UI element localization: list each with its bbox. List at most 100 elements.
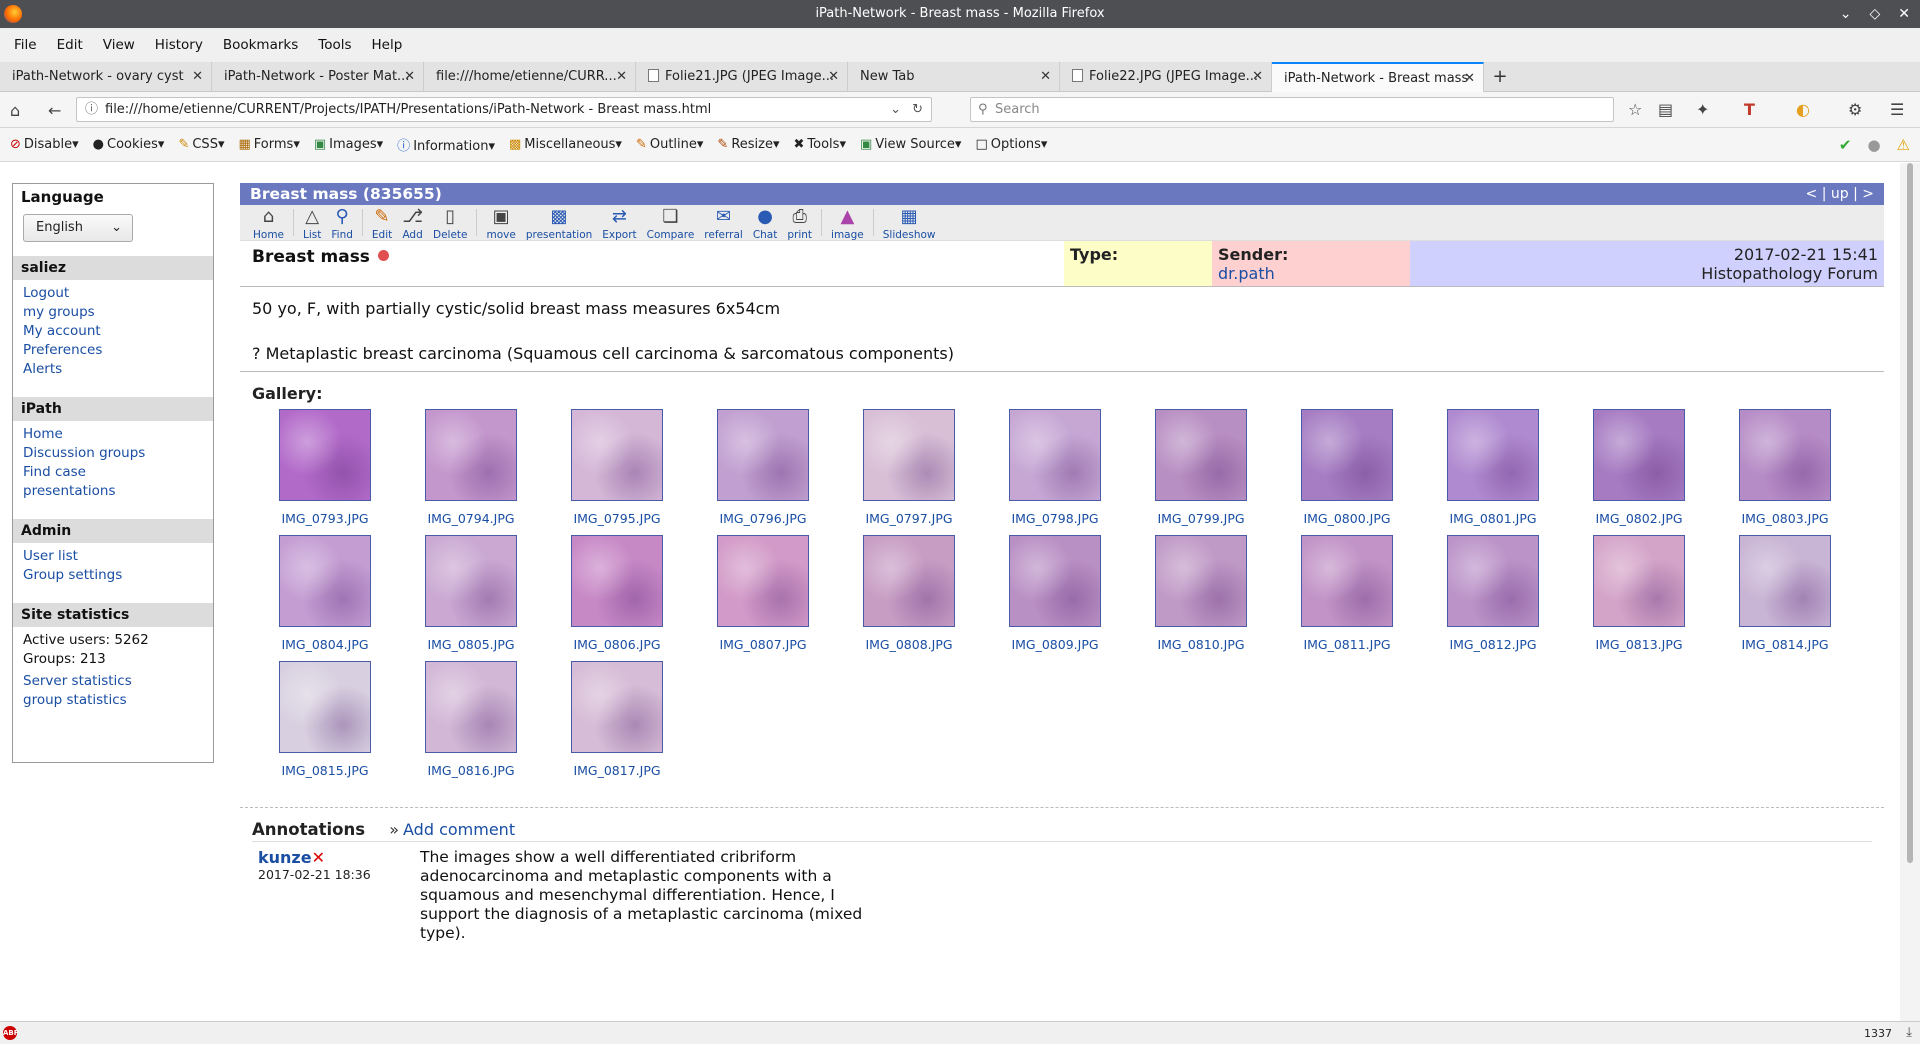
gallery-item[interactable]: IMG_0800.JPG	[1274, 409, 1420, 527]
vertical-scrollbar[interactable]	[1900, 163, 1920, 1021]
gallery-item[interactable]: IMG_0817.JPG	[544, 661, 690, 779]
dev-tools[interactable]: ✖ Tools▾	[794, 137, 846, 152]
gallery-item[interactable]: IMG_0798.JPG	[982, 409, 1128, 527]
bookmark-star-icon[interactable]: ☆	[1628, 100, 1642, 119]
discussion-groups-link[interactable]: Discussion groups	[23, 444, 203, 463]
close-tab-icon[interactable]: ✕	[616, 62, 627, 92]
reload-icon[interactable]: ↻	[912, 98, 923, 121]
gallery-filename[interactable]: IMG_0814.JPG	[1741, 637, 1828, 653]
dev-forms[interactable]: ▦ Forms▾	[238, 137, 299, 152]
gallery-filename[interactable]: IMG_0806.JPG	[573, 637, 660, 653]
gallery-item[interactable]: IMG_0813.JPG	[1566, 535, 1712, 653]
gallery-item[interactable]: IMG_0793.JPG	[252, 409, 398, 527]
gallery-filename[interactable]: IMG_0800.JPG	[1303, 511, 1390, 527]
menu-history[interactable]: History	[145, 37, 213, 53]
toolbar-presentation-button[interactable]: ▩ presentation	[521, 205, 597, 241]
gallery-thumbnail[interactable]	[717, 535, 809, 627]
gallery-filename[interactable]: IMG_0803.JPG	[1741, 511, 1828, 527]
gallery-thumbnail[interactable]	[571, 535, 663, 627]
dev-resize[interactable]: ✎ Resize▾	[717, 137, 779, 152]
gallery-filename[interactable]: IMG_0801.JPG	[1449, 511, 1536, 527]
language-select[interactable]: English ⌄	[23, 214, 133, 242]
home-icon[interactable]: ⌂	[10, 101, 20, 120]
settings-icon[interactable]: ⚙	[1848, 100, 1862, 119]
gallery-item[interactable]: IMG_0801.JPG	[1420, 409, 1566, 527]
warning-icon[interactable]: ⚠	[1897, 136, 1910, 154]
gallery-thumbnail[interactable]	[1447, 409, 1539, 501]
toolbar-add-button[interactable]: ⎇ Add	[397, 205, 428, 241]
gallery-filename[interactable]: IMG_0812.JPG	[1449, 637, 1536, 653]
menu-edit[interactable]: Edit	[47, 37, 93, 53]
gallery-filename[interactable]: IMG_0797.JPG	[865, 511, 952, 527]
close-tab-icon[interactable]: ✕	[192, 62, 203, 92]
dev-options[interactable]: □ Options▾	[975, 137, 1047, 152]
rainbow-icon[interactable]: ◐	[1796, 100, 1810, 119]
gallery-item[interactable]: IMG_0803.JPG	[1712, 409, 1858, 527]
gallery-item[interactable]: IMG_0812.JPG	[1420, 535, 1566, 653]
toolbar-move-button[interactable]: ▣ move	[481, 205, 520, 241]
toolbar-print-button[interactable]: ⎙ print	[782, 205, 817, 241]
chevron-down-icon[interactable]: ⌄	[890, 98, 901, 121]
extension-icon[interactable]: ✦	[1696, 100, 1709, 119]
gallery-filename[interactable]: IMG_0799.JPG	[1157, 511, 1244, 527]
dev-cookies[interactable]: ● Cookies▾	[93, 137, 165, 152]
gallery-item[interactable]: IMG_0794.JPG	[398, 409, 544, 527]
gallery-thumbnail[interactable]	[717, 409, 809, 501]
gallery-thumbnail[interactable]	[1301, 535, 1393, 627]
gallery-thumbnail[interactable]	[1739, 409, 1831, 501]
find-case-link[interactable]: Find case	[23, 463, 203, 482]
gallery-thumbnail[interactable]	[425, 535, 517, 627]
menu-bookmarks[interactable]: Bookmarks	[213, 37, 308, 53]
user-list-link[interactable]: User list	[23, 547, 203, 566]
gallery-filename[interactable]: IMG_0817.JPG	[573, 763, 660, 779]
delete-comment-icon[interactable]: ✕	[312, 848, 325, 867]
gallery-item[interactable]: IMG_0797.JPG	[836, 409, 982, 527]
maximize-icon[interactable]: ◇	[1869, 0, 1880, 28]
toolbar-image-button[interactable]: ▲ image	[826, 205, 869, 241]
home-link[interactable]: Home	[23, 425, 203, 444]
gallery-thumbnail[interactable]	[1155, 409, 1247, 501]
gallery-item[interactable]: IMG_0808.JPG	[836, 535, 982, 653]
gallery-filename[interactable]: IMG_0815.JPG	[281, 763, 368, 779]
toolbar-delete-button[interactable]: ▯ Delete	[428, 205, 473, 241]
add-comment-link[interactable]: » Add comment	[389, 820, 515, 839]
gallery-item[interactable]: IMG_0809.JPG	[982, 535, 1128, 653]
gallery-thumbnail[interactable]	[1739, 535, 1831, 627]
gallery-filename[interactable]: IMG_0816.JPG	[427, 763, 514, 779]
gallery-thumbnail[interactable]	[571, 409, 663, 501]
gallery-filename[interactable]: IMG_0793.JPG	[281, 511, 368, 527]
gallery-thumbnail[interactable]	[1301, 409, 1393, 501]
toolbar-find-button[interactable]: ⚲ Find	[326, 205, 358, 241]
adblock-icon[interactable]: ABP	[3, 1026, 19, 1040]
gallery-item[interactable]: IMG_0811.JPG	[1274, 535, 1420, 653]
toolbar-edit-button[interactable]: ✎ Edit	[367, 205, 397, 241]
gallery-thumbnail[interactable]	[863, 535, 955, 627]
tab-folie22[interactable]: Folie22.JPG (JPEG Image... ✕	[1060, 62, 1272, 92]
comment-author[interactable]: kunze	[258, 848, 312, 867]
gallery-filename[interactable]: IMG_0810.JPG	[1157, 637, 1244, 653]
gallery-thumbnail[interactable]	[425, 409, 517, 501]
logout-link[interactable]: Logout	[23, 284, 203, 303]
download-icon[interactable]: ⤓	[1906, 1025, 1912, 1040]
gallery-item[interactable]: IMG_0802.JPG	[1566, 409, 1712, 527]
gallery-item[interactable]: IMG_0814.JPG	[1712, 535, 1858, 653]
gallery-filename[interactable]: IMG_0809.JPG	[1011, 637, 1098, 653]
close-tab-icon[interactable]: ✕	[1464, 64, 1475, 92]
new-tab-icon[interactable]: +	[1484, 62, 1516, 91]
gallery-filename[interactable]: IMG_0805.JPG	[427, 637, 514, 653]
group-settings-link[interactable]: Group settings	[23, 566, 203, 585]
gallery-thumbnail[interactable]	[571, 661, 663, 753]
close-tab-icon[interactable]: ✕	[404, 62, 415, 92]
toolbar-export-button[interactable]: ⇄ Export	[597, 205, 641, 241]
group-statistics-link[interactable]: group statistics	[23, 691, 203, 710]
info-icon[interactable]: ⓘ	[85, 98, 98, 121]
toolbar-slideshow-button[interactable]: ▦ Slideshow	[878, 205, 941, 241]
gallery-thumbnail[interactable]	[1155, 535, 1247, 627]
menu-view[interactable]: View	[93, 37, 145, 53]
reading-list-icon[interactable]: ▤	[1658, 100, 1673, 119]
gallery-thumbnail[interactable]	[1009, 535, 1101, 627]
hamburger-menu-icon[interactable]: ☰	[1890, 100, 1904, 119]
gallery-item[interactable]: IMG_0805.JPG	[398, 535, 544, 653]
gallery-thumbnail[interactable]	[863, 409, 955, 501]
text-tool-icon[interactable]: T	[1744, 100, 1755, 119]
